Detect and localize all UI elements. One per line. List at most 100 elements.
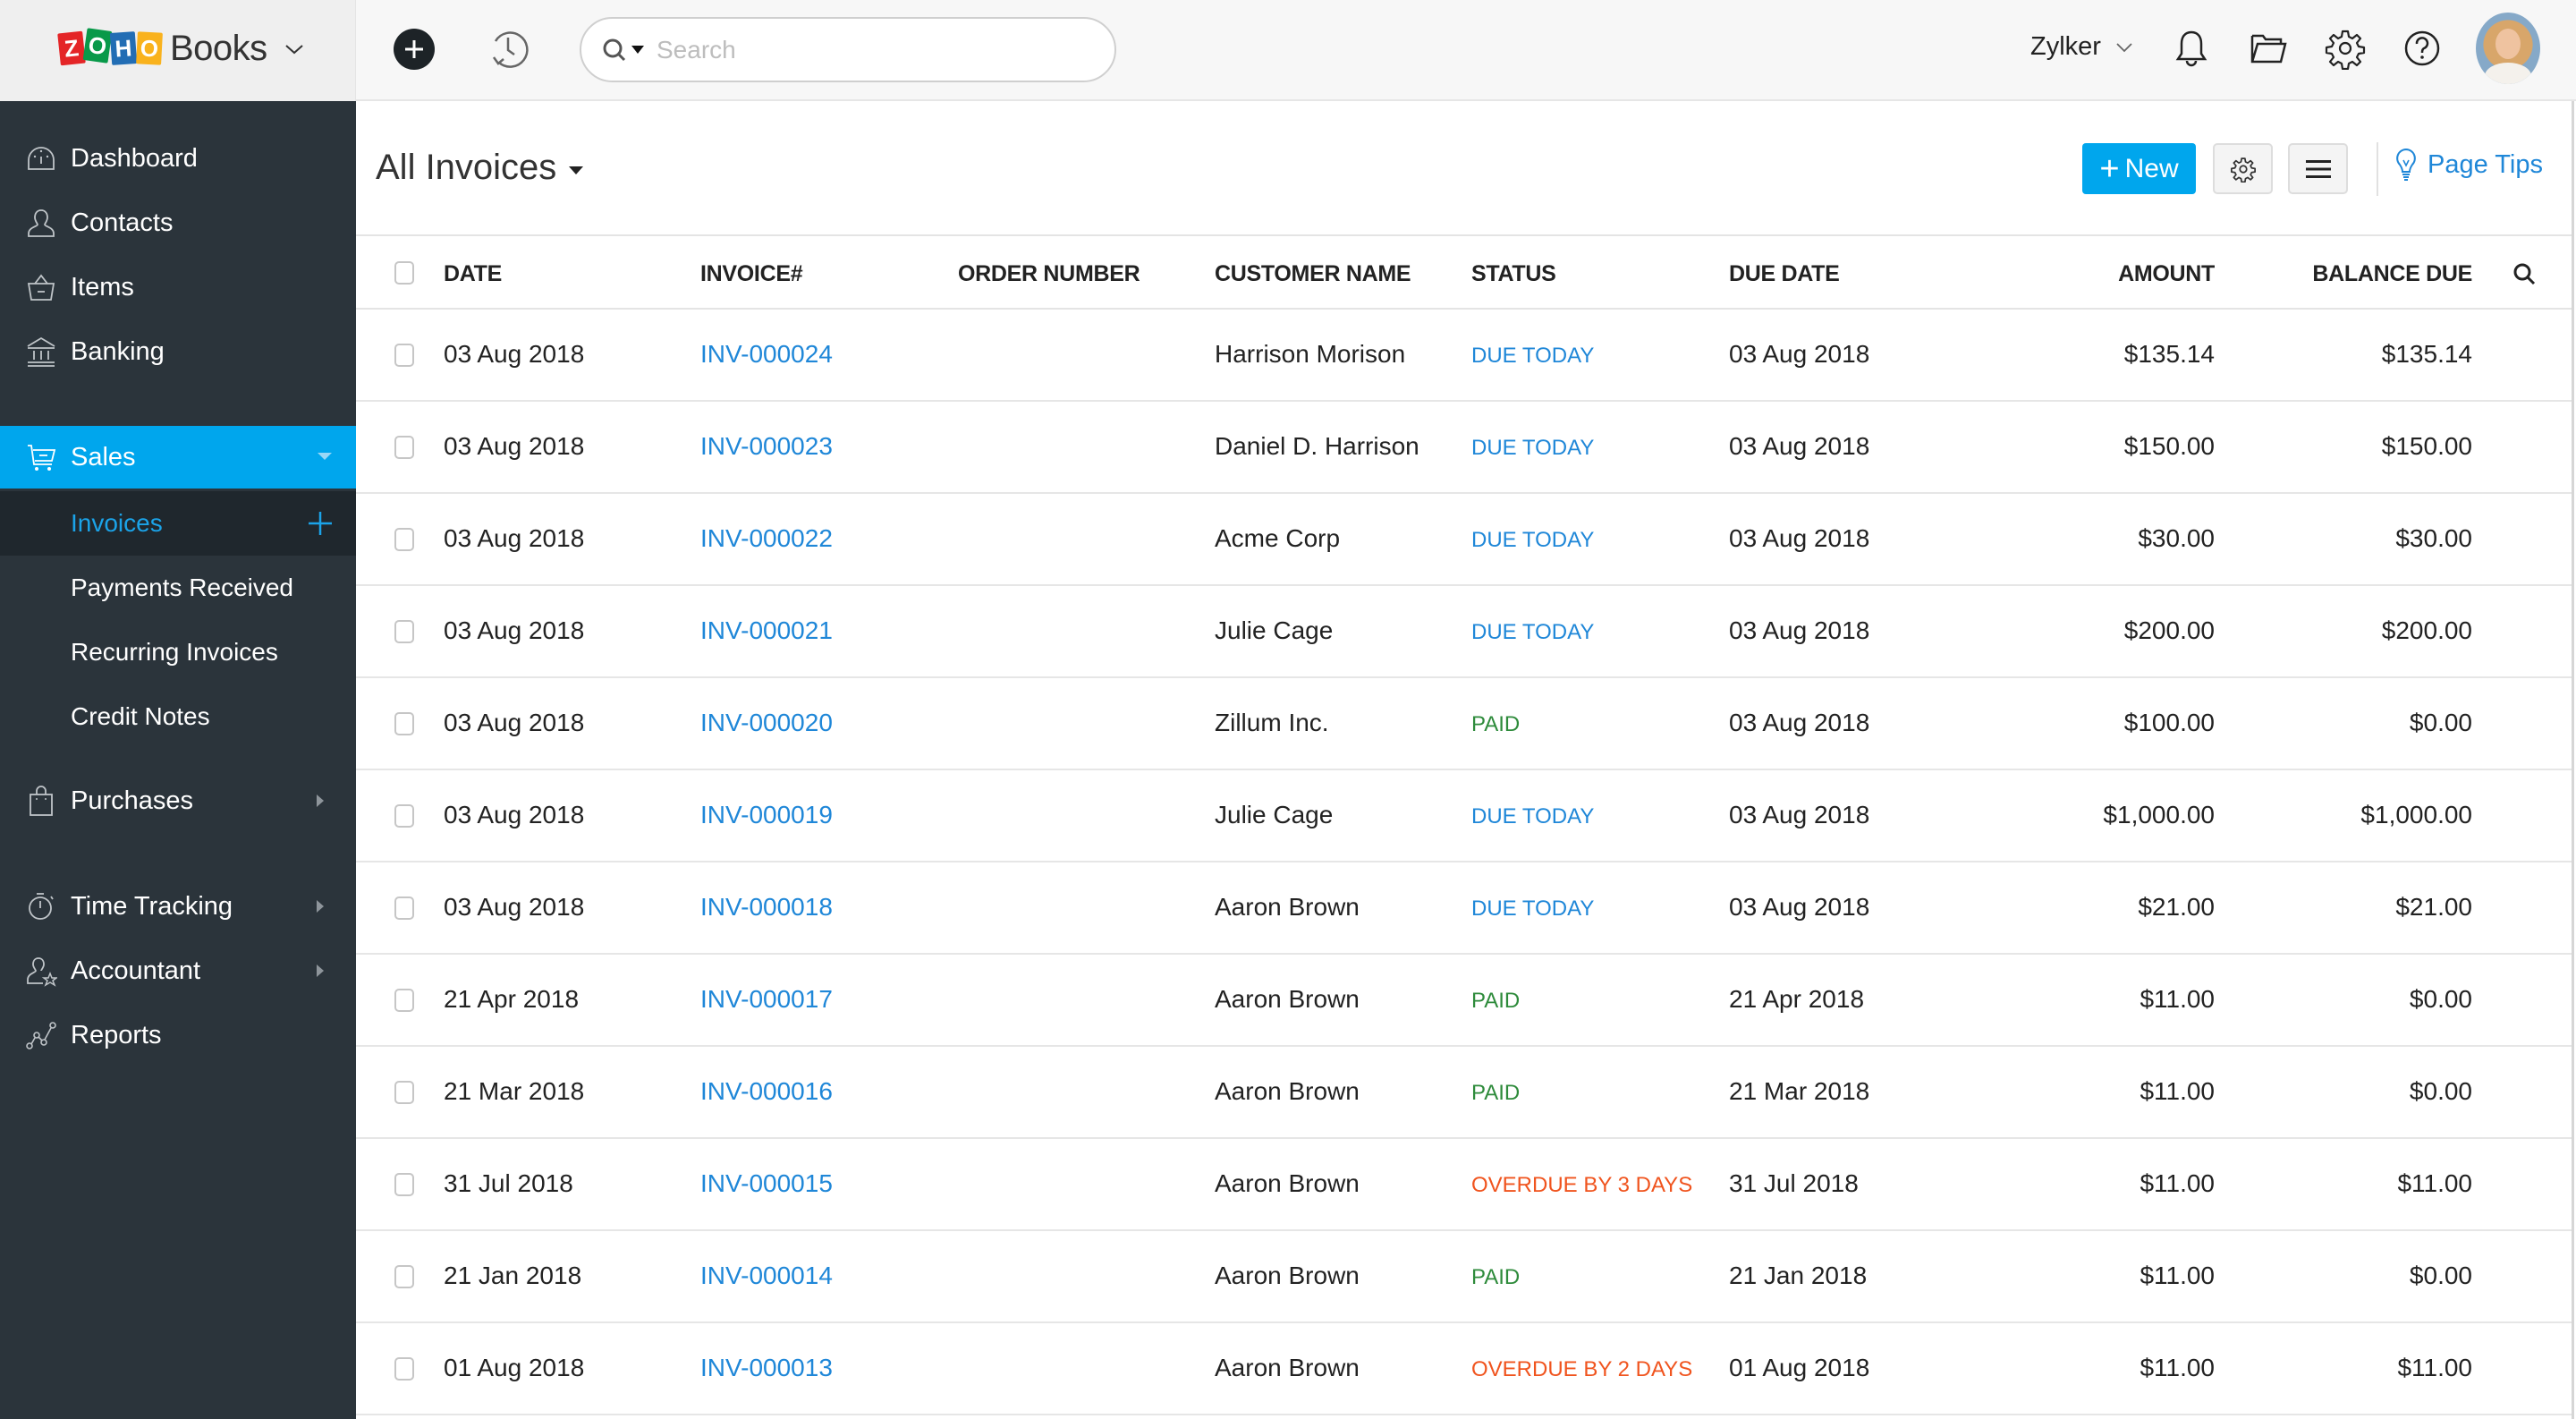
table-row[interactable]: 03 Aug 2018 INV-000024 Harrison Morison DUE… — [356, 310, 2572, 402]
new-invoice-plus-icon[interactable] — [308, 511, 333, 536]
sidebar-subitem-payments-received[interactable]: Payments Received — [0, 556, 356, 620]
table-search-icon[interactable] — [2512, 261, 2537, 286]
table-row[interactable]: 01 Aug 2018 INV-000013 Aaron Brown OVERDUE … — [356, 1323, 2572, 1415]
column-header-date[interactable]: DATE — [444, 261, 502, 287]
banking-bank-icon — [27, 336, 55, 367]
sidebar-item-label: Dashboard — [71, 143, 198, 173]
organization-switcher[interactable]: Zylker — [2030, 32, 2133, 62]
sidebar-item-time-tracking[interactable]: Time Tracking — [0, 875, 356, 938]
cell-invoice-number-link[interactable]: INV-000024 — [700, 340, 833, 369]
chevron-down-icon — [2116, 42, 2132, 52]
sidebar-item-dashboard[interactable]: Dashboard — [0, 127, 356, 190]
cell-amount: $1,000.00 — [2103, 801, 2215, 828]
column-header-status[interactable]: STATUS — [1471, 261, 1556, 287]
settings-gear-icon — [2230, 157, 2256, 183]
table-row[interactable]: 03 Aug 2018 INV-000020 Zillum Inc. PAID 03 A… — [356, 678, 2572, 770]
avatar-face — [2496, 29, 2521, 59]
sidebar-item-reports[interactable]: Reports — [0, 1004, 356, 1066]
cell-date: 03 Aug 2018 — [444, 709, 585, 736]
cell-invoice-number-link[interactable]: INV-000014 — [700, 1262, 833, 1290]
cell-invoice-number-link[interactable]: INV-000018 — [700, 893, 833, 922]
table-row[interactable]: 03 Aug 2018 INV-000018 Aaron Brown DUE TODA… — [356, 862, 2572, 955]
sidebar-subitem-label: Recurring Invoices — [71, 638, 278, 666]
sidebar-item-label: Purchases — [71, 786, 194, 815]
sidebar-item-contacts[interactable]: Contacts — [0, 191, 356, 254]
sidebar-subitem-recurring-invoices[interactable]: Recurring Invoices — [0, 620, 356, 684]
quick-create-button[interactable] — [394, 29, 435, 70]
documents-folder-icon[interactable] — [2247, 27, 2290, 70]
search-input[interactable] — [657, 35, 1068, 64]
cell-date: 21 Jan 2018 — [444, 1262, 582, 1289]
zoho-books-logo[interactable]: Z O H O Books — [57, 27, 267, 70]
sidebar-item-items[interactable]: Items — [0, 256, 356, 319]
column-header-amount[interactable]: AMOUNT — [2055, 261, 2215, 287]
row-checkbox[interactable] — [394, 436, 414, 459]
submenu-arrow-icon — [317, 900, 324, 913]
table-row[interactable]: 21 Apr 2018 INV-000017 Aaron Brown PAID 21 A… — [356, 955, 2572, 1047]
help-icon[interactable] — [2401, 27, 2444, 70]
sidebar-item-label: Contacts — [71, 208, 174, 237]
table-row[interactable]: 31 Jul 2018 INV-000015 Aaron Brown OVERDUE … — [356, 1139, 2572, 1231]
cell-invoice-number-link[interactable]: INV-000021 — [700, 616, 833, 645]
app-switcher-chevron-down-icon[interactable] — [284, 39, 304, 59]
table-row[interactable]: 21 Jan 2018 INV-000014 Aaron Brown PAID 21 J… — [356, 1231, 2572, 1323]
table-row[interactable]: 03 Aug 2018 INV-000021 Julie Cage DUE TODAY… — [356, 586, 2572, 678]
page-tips-link[interactable]: Page Tips — [2395, 148, 2543, 182]
row-checkbox[interactable] — [394, 712, 414, 735]
settings-gear-icon[interactable] — [2324, 27, 2367, 70]
sidebar-item-sales[interactable]: Sales — [0, 426, 356, 489]
sidebar-item-purchases[interactable]: Purchases — [0, 769, 356, 832]
row-checkbox[interactable] — [394, 1265, 414, 1288]
select-all-checkbox[interactable] — [394, 261, 414, 285]
cell-amount: $30.00 — [2138, 524, 2215, 552]
cell-invoice-number-link[interactable]: INV-000020 — [700, 709, 833, 737]
view-selector[interactable]: All Invoices — [376, 148, 584, 188]
notifications-bell-icon[interactable] — [2170, 27, 2213, 70]
column-header-due-date[interactable]: DUE DATE — [1729, 261, 1840, 287]
sidebar-subitem-credit-notes[interactable]: Credit Notes — [0, 684, 356, 749]
cell-invoice-number-link[interactable]: INV-000016 — [700, 1077, 833, 1106]
table-row[interactable]: 03 Aug 2018 INV-000019 Julie Cage DUE TODAY… — [356, 770, 2572, 862]
row-checkbox[interactable] — [394, 620, 414, 643]
sidebar-item-banking[interactable]: Banking — [0, 320, 356, 383]
table-row[interactable]: 21 Mar 2018 INV-000016 Aaron Brown PAID 21 M… — [356, 1047, 2572, 1139]
items-basket-icon — [27, 274, 55, 301]
row-checkbox[interactable] — [394, 1357, 414, 1381]
search-scope-dropdown-icon[interactable] — [631, 46, 644, 54]
user-avatar[interactable] — [2476, 13, 2540, 84]
sidebar-item-label: Banking — [71, 336, 165, 366]
reports-chart-icon — [26, 1022, 56, 1049]
sidebar-subitem-invoices[interactable]: Invoices — [0, 491, 356, 556]
cell-invoice-number-link[interactable]: INV-000015 — [700, 1169, 833, 1198]
column-header-order-number[interactable]: ORDER NUMBER — [958, 261, 1140, 287]
cell-balance-due: $21.00 — [2395, 893, 2472, 921]
search-icon[interactable] — [601, 37, 628, 64]
table-row[interactable]: 03 Aug 2018 INV-000022 Acme Corp DUE TODAY 0… — [356, 494, 2572, 586]
new-invoice-button[interactable]: + New — [2082, 143, 2196, 194]
row-checkbox[interactable] — [394, 528, 414, 551]
cell-amount: $11.00 — [2140, 1169, 2215, 1197]
list-settings-button[interactable] — [2213, 143, 2273, 194]
cell-invoice-number-link[interactable]: INV-000023 — [700, 432, 833, 461]
table-row[interactable]: 03 Aug 2018 INV-000023 Daniel D. Harrison D… — [356, 402, 2572, 494]
row-checkbox[interactable] — [394, 1173, 414, 1196]
cell-invoice-number-link[interactable]: INV-000019 — [700, 801, 833, 829]
cell-invoice-number-link[interactable]: INV-000017 — [700, 985, 833, 1014]
cell-amount: $150.00 — [2123, 432, 2215, 460]
column-header-invoice-number[interactable]: INVOICE# — [700, 261, 803, 287]
cell-status-badge: PAID — [1471, 1081, 1521, 1105]
row-checkbox[interactable] — [394, 804, 414, 828]
row-checkbox[interactable] — [394, 896, 414, 920]
cell-invoice-number-link[interactable]: INV-000022 — [700, 524, 833, 553]
brand-area[interactable]: Z O H O Books — [0, 0, 356, 101]
more-options-menu-button[interactable] — [2288, 143, 2348, 194]
column-header-customer-name[interactable]: CUSTOMER NAME — [1215, 261, 1411, 287]
column-header-balance-due[interactable]: BALANCE DUE — [2270, 261, 2472, 287]
row-checkbox[interactable] — [394, 1081, 414, 1104]
recent-history-icon[interactable] — [487, 27, 530, 72]
row-checkbox[interactable] — [394, 989, 414, 1012]
row-checkbox[interactable] — [394, 344, 414, 367]
global-search[interactable] — [580, 17, 1116, 82]
cell-invoice-number-link[interactable]: INV-000013 — [700, 1354, 833, 1382]
sidebar-item-accountant[interactable]: Accountant — [0, 939, 356, 1002]
